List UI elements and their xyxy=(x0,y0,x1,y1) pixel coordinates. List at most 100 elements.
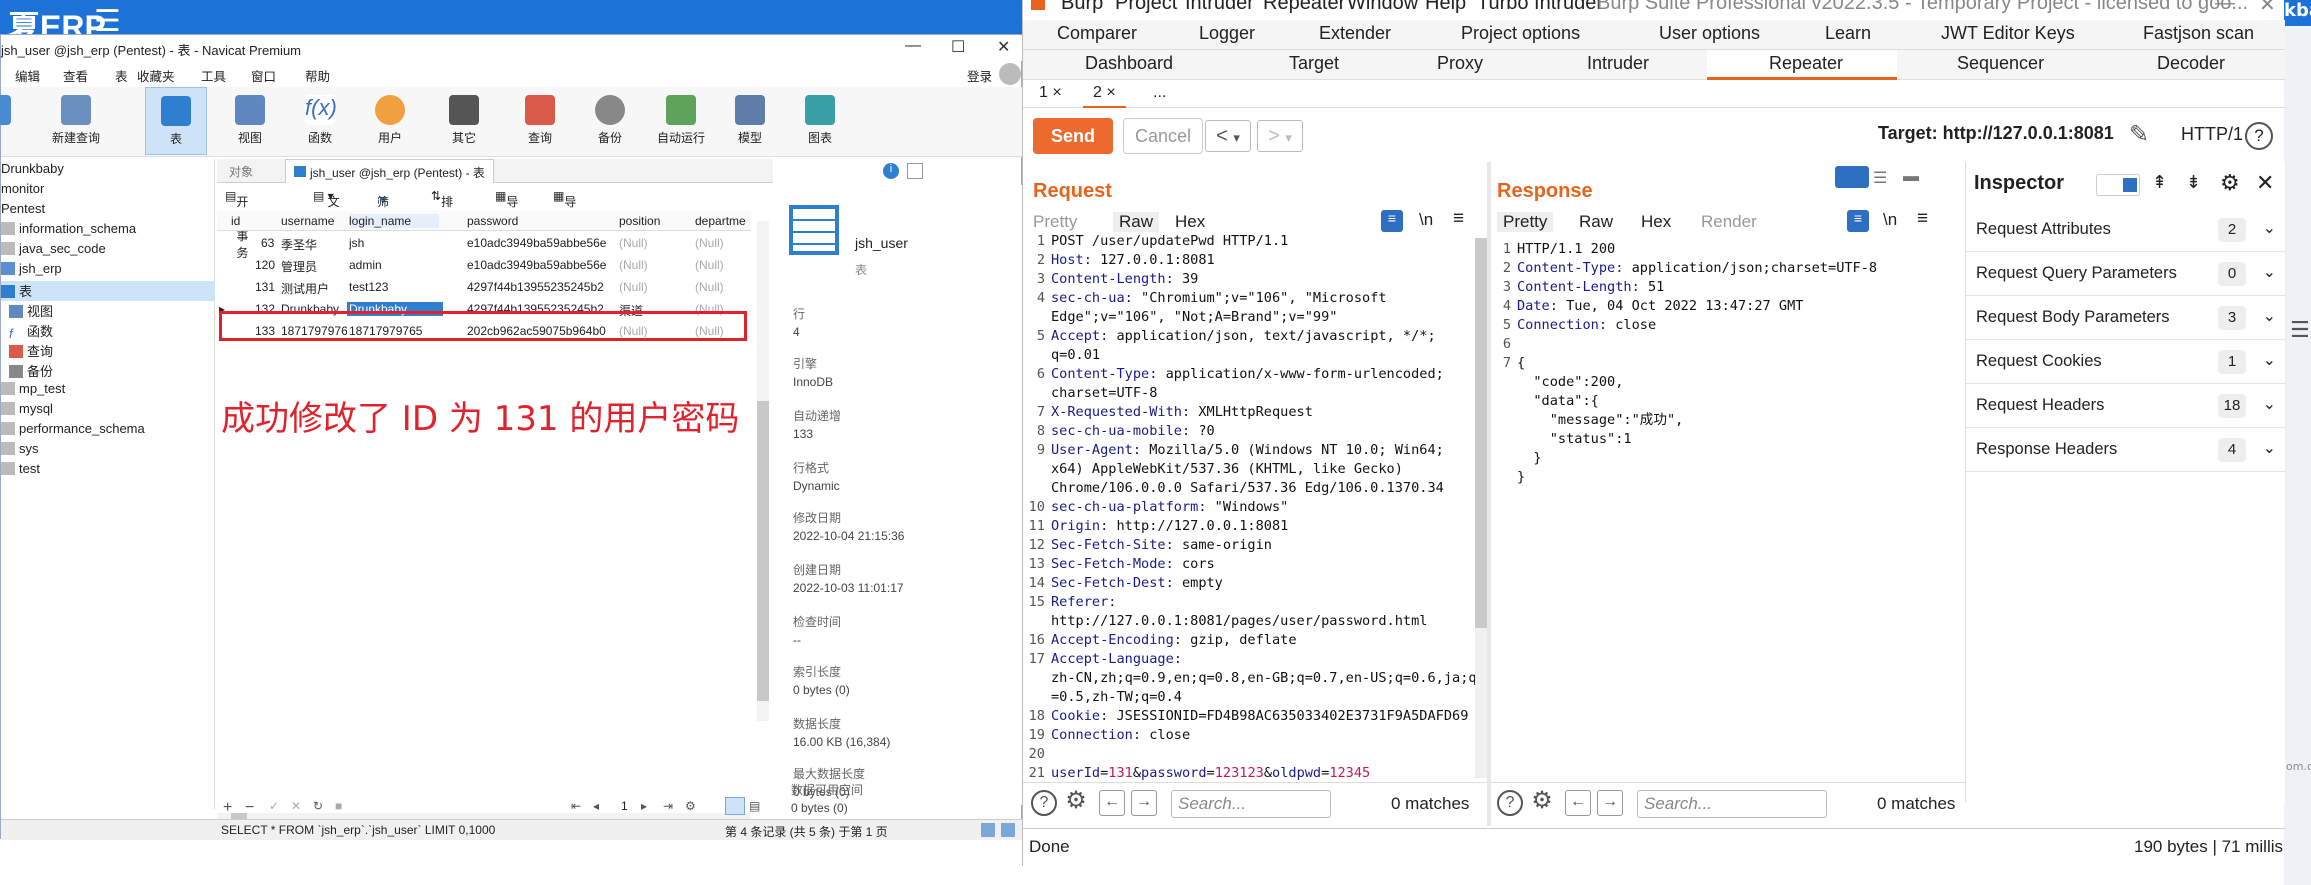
delete-record-icon[interactable]: − xyxy=(245,799,254,817)
tab-target[interactable]: Target xyxy=(1289,53,1339,74)
menu-table[interactable]: 表 xyxy=(115,66,128,85)
inspector-layout-toggle[interactable] xyxy=(2096,174,2140,196)
table-tool[interactable]: 表 xyxy=(145,87,207,155)
menu-icon[interactable]: ≡ xyxy=(1917,208,1928,230)
last-page-icon[interactable]: ⇥ xyxy=(663,799,673,813)
settings-icon[interactable]: ⚙ xyxy=(1063,789,1089,816)
tab-proxy[interactable]: Proxy xyxy=(1437,53,1483,74)
tree-item[interactable]: Pentest xyxy=(1,201,45,221)
request-scrollbar[interactable] xyxy=(1475,238,1487,778)
export-button[interactable]: ▦ 导出 xyxy=(553,189,576,226)
response-tab-pretty[interactable]: Pretty xyxy=(1497,212,1554,232)
tree-item[interactable]: mysql xyxy=(1,401,53,421)
newline-toggle-icon[interactable]: \n xyxy=(1419,210,1433,230)
back-icon[interactable]: ← xyxy=(1099,790,1125,816)
tab-decoder[interactable]: Decoder xyxy=(2157,53,2225,74)
forward-icon[interactable]: → xyxy=(1131,790,1157,816)
repeater-tab-2[interactable]: 2 × xyxy=(1083,80,1126,108)
expand-all-icon[interactable]: ⇟ xyxy=(2186,172,2201,193)
inspector-cookies[interactable]: Request Cookies 1 ⌄ xyxy=(1966,340,2286,384)
chart-tool[interactable]: 图表 xyxy=(789,87,851,155)
tab-comparer[interactable]: Comparer xyxy=(1057,23,1137,44)
edit-icon[interactable]: ✎ xyxy=(2129,120,2149,149)
column-header[interactable]: position xyxy=(619,214,660,228)
scroll-thumb[interactable] xyxy=(757,401,769,701)
response-tab-render[interactable]: Render xyxy=(1701,212,1757,232)
backup-tool[interactable]: 备份 xyxy=(579,87,641,155)
background-tab[interactable]: kba xyxy=(2284,0,2311,26)
next-page-icon[interactable]: ▸ xyxy=(641,799,647,813)
help-icon[interactable]: ? xyxy=(1497,790,1523,816)
inspector-request-attributes[interactable]: Request Attributes 2 ⌄ xyxy=(1966,208,2286,252)
collapse-all-icon[interactable]: ⇞ xyxy=(2152,172,2167,193)
layout-icon[interactable] xyxy=(1001,823,1015,837)
menu-help[interactable]: Help xyxy=(1425,0,1466,14)
tree-item[interactable]: test xyxy=(1,461,40,481)
layout-tabs-icon[interactable]: ▬ xyxy=(1903,168,1919,186)
text-button[interactable]: ▤ 文本 ▾ xyxy=(313,189,340,226)
menu-help[interactable]: 帮助 xyxy=(305,66,330,85)
tree-item[interactable]: f 函数 xyxy=(9,321,53,341)
forward-button[interactable]: > ▾ xyxy=(1257,120,1303,152)
tree-item[interactable]: 查询 xyxy=(9,341,53,361)
user-tool[interactable]: 用户 xyxy=(359,87,421,155)
menu-repeater[interactable]: Repeater xyxy=(1263,0,1345,14)
menu-favorites[interactable]: 收藏夹 xyxy=(137,66,175,85)
tab-jwt-editor-keys[interactable]: JWT Editor Keys xyxy=(1941,23,2075,44)
back-button[interactable]: < ▾ xyxy=(1205,120,1251,152)
menu-window[interactable]: Window xyxy=(1347,0,1418,14)
tree-item[interactable]: jsh_erp xyxy=(1,261,62,281)
request-tab-pretty[interactable]: Pretty xyxy=(1033,212,1077,232)
search-input[interactable]: Search... xyxy=(1637,790,1827,818)
avatar-icon[interactable] xyxy=(999,63,1021,85)
automation-tool[interactable]: 自动运行 xyxy=(649,87,713,155)
login-button[interactable]: 登录 xyxy=(967,66,992,85)
view-tool[interactable]: 视图 xyxy=(219,87,281,155)
layout-horizontal-icon[interactable]: ☰ xyxy=(1873,168,1887,188)
import-button[interactable]: ▦ 导入 xyxy=(495,189,518,226)
repeater-tab-1[interactable]: 1 × xyxy=(1029,80,1072,108)
info-icon[interactable]: i xyxy=(883,163,899,179)
close-icon[interactable]: ✕ xyxy=(2256,170,2274,196)
tab-project-options[interactable]: Project options xyxy=(1461,23,1580,44)
apply-icon[interactable]: ✓ xyxy=(269,799,279,813)
tree-item[interactable]: 备份 xyxy=(9,361,53,381)
tab-extender[interactable]: Extender xyxy=(1319,23,1391,44)
menu-burp[interactable]: Burp xyxy=(1061,0,1103,14)
column-header[interactable]: username xyxy=(281,214,334,228)
menu-icon[interactable]: ≡ xyxy=(1453,208,1464,230)
refresh-icon[interactable]: ↻ xyxy=(313,799,323,813)
send-button[interactable]: Send xyxy=(1033,118,1113,154)
minimize-icon[interactable]: — xyxy=(905,37,921,55)
tab-sequencer[interactable]: Sequencer xyxy=(1957,53,2044,74)
message-actions-icon[interactable]: ≡ xyxy=(1847,210,1869,232)
table-row[interactable]: 120 管理员 admin e10adc3949ba59abbe56e (Null) (N… xyxy=(217,255,751,277)
maximize-icon[interactable]: ☐ xyxy=(951,37,965,57)
back-icon[interactable]: ← xyxy=(1565,790,1591,816)
add-record-icon[interactable]: + xyxy=(223,799,232,817)
function-tool[interactable]: f(x) 函数 xyxy=(289,87,351,155)
discard-icon[interactable]: ✕ xyxy=(291,799,301,813)
menu-edit[interactable]: 编辑 xyxy=(15,66,40,85)
menu-icon[interactable]: ☰ xyxy=(2290,318,2310,343)
split-divider[interactable] xyxy=(1487,162,1491,826)
column-header[interactable]: departme xyxy=(695,214,747,228)
model-tool[interactable]: 模型 xyxy=(719,87,781,155)
layout-split-icon[interactable] xyxy=(1835,166,1869,188)
forward-icon[interactable]: → xyxy=(1597,790,1623,816)
table-row[interactable]: 63 季圣华 jsh e10adc3949ba59abbe56e (Null) (Null… xyxy=(217,233,751,255)
page-number[interactable]: 1 xyxy=(621,799,628,813)
menu-intruder[interactable]: Intruder xyxy=(1185,0,1254,14)
prev-page-icon[interactable]: ◂ xyxy=(593,799,599,813)
layout-icon[interactable] xyxy=(981,823,995,837)
menu-project[interactable]: Project xyxy=(1115,0,1177,14)
tree-item[interactable]: java_sec_code xyxy=(1,241,106,261)
help-icon[interactable]: ? xyxy=(2245,122,2273,150)
form-view-icon[interactable]: ▤ xyxy=(749,799,760,813)
request-tab-hex[interactable]: Hex xyxy=(1175,212,1205,232)
settings-icon[interactable]: ⚙ xyxy=(685,799,696,813)
close-icon[interactable]: ✕ xyxy=(997,37,1010,57)
message-actions-icon[interactable]: ≡ xyxy=(1381,210,1403,232)
tab-fastjson-scan[interactable]: Fastjson scan xyxy=(2143,23,2254,44)
menu-window[interactable]: 窗口 xyxy=(251,66,276,85)
